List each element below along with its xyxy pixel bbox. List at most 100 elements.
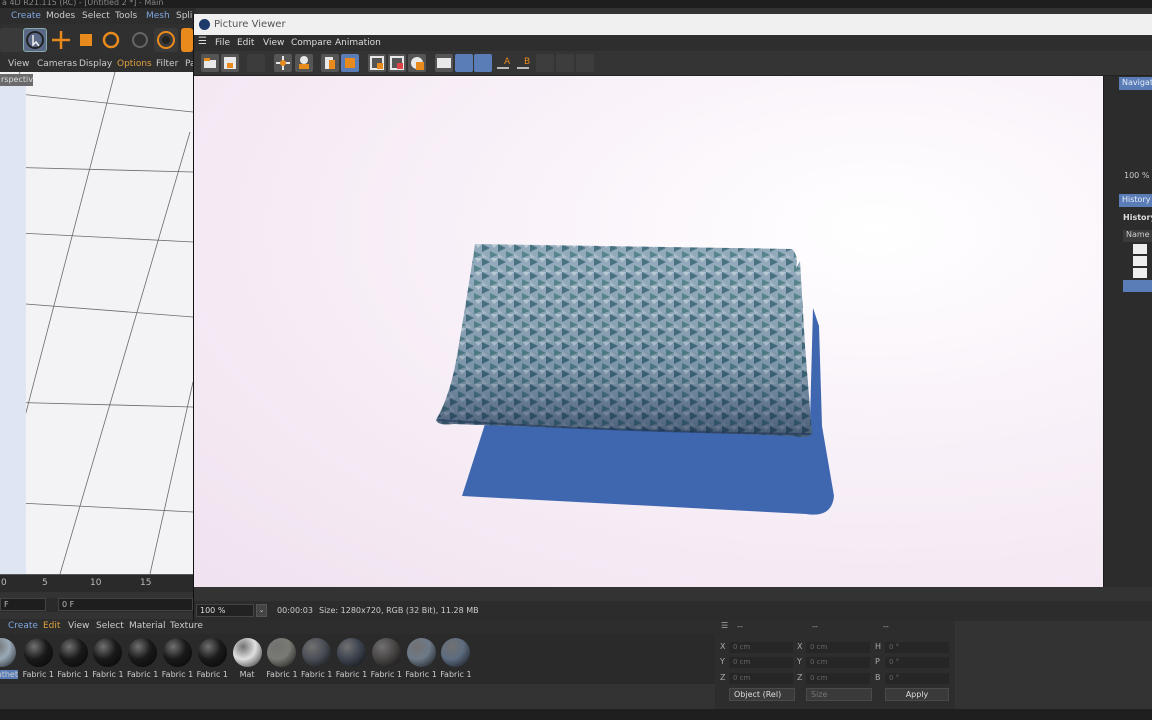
- viewport-menu-view[interactable]: View: [8, 59, 29, 69]
- viewport-menu-options[interactable]: Options: [117, 59, 152, 69]
- material-list: nthetFabric 1Fabric 1Fabric 1Fabric 1Fab…: [0, 634, 715, 684]
- open-icon[interactable]: [201, 54, 219, 72]
- coordinate-system-icon[interactable]: [128, 28, 152, 52]
- pv-menu-edit[interactable]: Edit: [237, 38, 254, 48]
- viewport-menu-cameras[interactable]: Cameras: [37, 59, 77, 69]
- viewport-menu-filter[interactable]: Filter: [156, 59, 178, 69]
- size-z-field[interactable]: 0 cm: [806, 673, 870, 684]
- render-canvas[interactable]: [194, 76, 1103, 587]
- perspective-viewport[interactable]: [0, 72, 193, 574]
- material-thumbnail[interactable]: Fabric 1: [300, 636, 333, 680]
- scale-tool-icon[interactable]: [74, 28, 98, 52]
- render-icon[interactable]: [181, 28, 193, 52]
- region-icon[interactable]: [368, 54, 386, 72]
- render-queue-icon[interactable]: [408, 54, 426, 72]
- history-thumb[interactable]: [1133, 244, 1147, 254]
- layers-icon[interactable]: [321, 54, 339, 72]
- picture-viewer-statusbar: 100 % ⌄ 00:00:03 Size: 1280x720, RGB (32…: [194, 601, 1152, 621]
- apply-button[interactable]: Apply: [885, 688, 949, 701]
- size-mode-dropdown[interactable]: Size: [806, 688, 872, 701]
- stop-render-icon[interactable]: [247, 54, 265, 72]
- channel-icon[interactable]: [341, 54, 359, 72]
- size-y-field[interactable]: 0 cm: [806, 657, 870, 668]
- rotate-tool-icon[interactable]: [99, 28, 123, 52]
- mat-menu-edit[interactable]: Edit: [43, 621, 60, 631]
- timeline-ruler[interactable]: 0 5 10 15: [0, 574, 193, 592]
- material-thumbnail[interactable]: Fabric 1: [439, 636, 472, 680]
- material-thumbnail[interactable]: Fabric 1: [335, 636, 368, 680]
- material-thumbnail[interactable]: Fabric 1: [91, 636, 124, 680]
- picture-viewer-titlebar[interactable]: Picture Viewer: [194, 14, 1152, 35]
- frame-start-field[interactable]: F: [0, 598, 46, 611]
- rotation-b-field[interactable]: 0 °: [885, 673, 949, 684]
- hamburger-menu-icon[interactable]: ☰: [198, 36, 207, 47]
- mat-menu-material[interactable]: Material: [129, 621, 166, 631]
- render-region-icon[interactable]: [154, 28, 178, 52]
- menu-modes[interactable]: Modes: [46, 11, 75, 21]
- history-thumb[interactable]: [1133, 256, 1147, 266]
- zoom-field[interactable]: 100 %: [196, 604, 254, 617]
- save-icon[interactable]: [221, 54, 239, 72]
- menu-icon[interactable]: ☰: [721, 621, 735, 633]
- coord-label: H: [875, 642, 882, 651]
- main-window-title: a 4D R21.115 (RC) - [Untitled 2 *] - Mai…: [0, 0, 1152, 8]
- undo-icon[interactable]: [0, 28, 24, 52]
- coordinate-mode-dropdown[interactable]: Object (Rel): [729, 688, 795, 701]
- render-settings-icon[interactable]: [295, 54, 313, 72]
- pv-menu-view[interactable]: View: [263, 38, 284, 48]
- material-label: Fabric 1: [335, 670, 368, 679]
- tab-history[interactable]: History: [1119, 194, 1152, 207]
- pv-menu-animation[interactable]: Animation: [335, 38, 381, 48]
- material-label: Fabric 1: [405, 670, 437, 679]
- rotation-p-field[interactable]: 0 °: [885, 657, 949, 668]
- material-thumbnail[interactable]: Fabric 1: [57, 636, 90, 680]
- region-render-icon[interactable]: [388, 54, 406, 72]
- material-thumbnail[interactable]: Mat: [231, 636, 264, 680]
- pv-menu-compare[interactable]: Compare: [291, 38, 332, 48]
- material-thumbnail[interactable]: Fabric 1: [126, 636, 159, 680]
- zoom-dropdown-icon[interactable]: ⌄: [256, 604, 267, 617]
- material-thumbnail[interactable]: Fabric 1: [370, 636, 403, 680]
- pv-menu-file[interactable]: File: [215, 38, 230, 48]
- frame-current-field[interactable]: 0 F: [58, 598, 193, 611]
- history-list[interactable]: [1123, 242, 1152, 292]
- swap-icon[interactable]: [536, 54, 554, 72]
- history-selected-row[interactable]: [1123, 280, 1152, 292]
- menu-select[interactable]: Select: [82, 11, 110, 21]
- set-a-icon[interactable]: A: [495, 54, 513, 72]
- fit-icon[interactable]: [274, 54, 292, 72]
- viewport-menu-display[interactable]: Display: [79, 59, 112, 69]
- difference-icon[interactable]: [556, 54, 574, 72]
- set-b-icon[interactable]: B: [515, 54, 533, 72]
- split-horizontal-icon[interactable]: [455, 54, 473, 72]
- material-thumbnail[interactable]: Fabric 1: [196, 636, 229, 680]
- split-vertical-icon[interactable]: [474, 54, 492, 72]
- timeline-tick: 15: [140, 578, 152, 588]
- compare-ab-icon[interactable]: [435, 54, 453, 72]
- position-y-field[interactable]: 0 cm: [729, 657, 793, 668]
- rotation-h-field[interactable]: 0 °: [885, 642, 949, 653]
- select-tool-icon[interactable]: [23, 28, 47, 52]
- material-thumbnail[interactable]: Fabric 1: [265, 636, 298, 680]
- history-thumb[interactable]: [1133, 268, 1147, 278]
- overlay-icon[interactable]: [576, 54, 594, 72]
- material-thumbnail[interactable]: Fabric 1: [22, 636, 55, 680]
- material-label: Fabric 1: [57, 670, 89, 679]
- menu-create[interactable]: Create: [11, 11, 41, 21]
- menu-spline[interactable]: Spli: [176, 11, 192, 21]
- move-tool-icon[interactable]: [49, 28, 73, 52]
- material-thumbnail[interactable]: Fabric 1: [405, 636, 438, 680]
- mat-menu-create[interactable]: Create: [8, 621, 38, 631]
- menu-tools[interactable]: Tools: [115, 11, 137, 21]
- size-x-field[interactable]: 0 cm: [806, 642, 870, 653]
- material-thumbnail[interactable]: Fabric 1: [161, 636, 194, 680]
- material-thumbnail[interactable]: nthet: [0, 636, 18, 680]
- tab-navigator[interactable]: Navigato: [1119, 77, 1152, 90]
- mat-menu-texture[interactable]: Texture: [170, 621, 203, 631]
- menu-mesh[interactable]: Mesh: [146, 11, 170, 21]
- position-x-field[interactable]: 0 cm: [729, 642, 793, 653]
- mat-menu-select[interactable]: Select: [96, 621, 124, 631]
- position-z-field[interactable]: 0 cm: [729, 673, 793, 684]
- mat-menu-view[interactable]: View: [68, 621, 89, 631]
- history-name-column[interactable]: Name: [1123, 230, 1152, 242]
